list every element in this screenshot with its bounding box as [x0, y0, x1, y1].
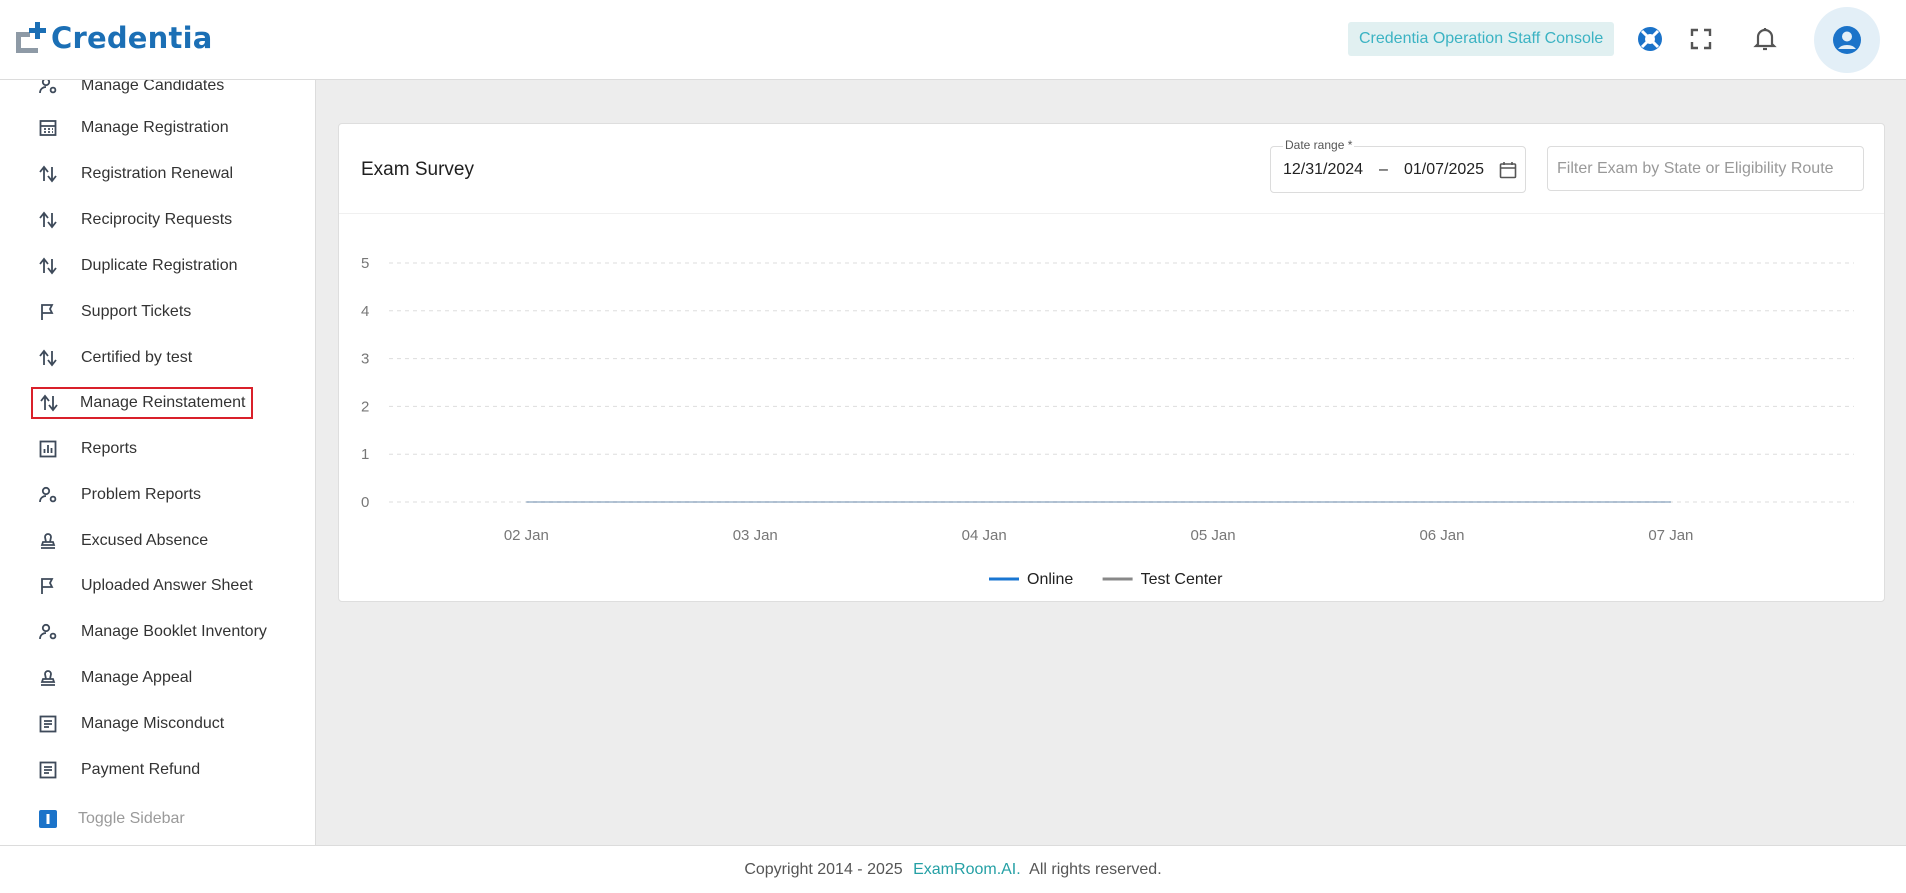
toggle-sidebar-button[interactable]: Toggle Sidebar	[32, 803, 185, 835]
sidebar-item-manage-appeal[interactable]: Manage Appeal	[32, 662, 192, 694]
calendar-icon[interactable]	[1499, 161, 1517, 184]
x-tick-label: 04 Jan	[962, 527, 1007, 544]
card-header: Exam Survey Date range * 12/31/2024 – 01…	[339, 124, 1884, 214]
account-icon	[1833, 26, 1861, 54]
sidebar-item-manage-candidates[interactable]: Manage Candidates	[32, 80, 224, 102]
stamp-icon	[32, 525, 64, 557]
y-tick-label: 4	[361, 303, 369, 320]
y-tick-label: 0	[361, 494, 369, 511]
y-tick-label: 1	[361, 446, 369, 463]
x-tick-label: 02 Jan	[504, 527, 549, 544]
filter-exam-input[interactable]	[1547, 146, 1864, 191]
y-tick-label: 3	[361, 351, 369, 368]
legend-label-1[interactable]: Test Center	[1141, 571, 1223, 588]
support-icon[interactable]	[1633, 22, 1667, 56]
bell-icon[interactable]	[1748, 22, 1782, 56]
x-tick-label: 05 Jan	[1191, 527, 1236, 544]
swap-arrows-icon	[32, 204, 64, 236]
sidebar-item-registration-renewal[interactable]: Registration Renewal	[32, 158, 233, 190]
user-gear-icon	[32, 80, 64, 102]
stamp-icon	[32, 662, 64, 694]
swap-arrows-icon	[32, 342, 64, 374]
date-range-separator: –	[1379, 161, 1388, 178]
document-icon	[32, 754, 64, 786]
top-header: Credentia Credentia Operation Staff Cons…	[0, 0, 1906, 80]
sidebar-item-excused-absence[interactable]: Excused Absence	[32, 525, 208, 557]
sidebar-toggle-icon	[32, 803, 64, 835]
sidebar-item-uploaded-answer-sheet[interactable]: Uploaded Answer Sheet	[32, 570, 253, 602]
sidebar-item-manage-booklet-inventory[interactable]: Manage Booklet Inventory	[32, 616, 267, 648]
footer: Copyright 2014 - 2025 ExamRoom.AI. All r…	[0, 845, 1906, 893]
sidebar-item-support-tickets[interactable]: Support Tickets	[32, 296, 191, 328]
card-title: Exam Survey	[361, 159, 474, 180]
sidebar-item-payment-refund[interactable]: Payment Refund	[32, 754, 200, 786]
sidebar-item-manage-misconduct[interactable]: Manage Misconduct	[32, 708, 224, 740]
x-tick-label: 07 Jan	[1648, 527, 1693, 544]
y-tick-label: 2	[361, 398, 369, 415]
document-icon	[32, 708, 64, 740]
date-range-end[interactable]: 01/07/2025	[1404, 161, 1484, 179]
flag-icon	[32, 570, 64, 602]
sidebar-item-manage-registration[interactable]: Manage Registration	[32, 112, 229, 144]
account-avatar[interactable]	[1814, 7, 1880, 73]
x-tick-label: 03 Jan	[733, 527, 778, 544]
exam-survey-chart: 0 1 2 3 4 5 02 Jan 03 Jan 04 Jan 05 Jan 06 Jan 07 …	[361, 255, 1854, 588]
sidebar-item-reports[interactable]: Reports	[32, 433, 137, 465]
sidebar-item-duplicate-registration[interactable]: Duplicate Registration	[32, 250, 238, 282]
user-gear-icon	[32, 479, 64, 511]
swap-arrows-icon	[32, 158, 64, 190]
brand-logo[interactable]: Credentia	[15, 20, 213, 56]
swap-arrows-icon	[33, 387, 65, 419]
y-tick-label: 5	[361, 255, 369, 272]
sidebar-item-problem-reports[interactable]: Problem Reports	[32, 479, 201, 511]
date-range-field[interactable]: Date range * 12/31/2024 – 01/07/2025	[1270, 138, 1526, 193]
sidebar-item-reciprocity-requests[interactable]: Reciprocity Requests	[32, 204, 232, 236]
fullscreen-icon[interactable]	[1684, 22, 1718, 56]
date-range-start[interactable]: 12/31/2024	[1283, 161, 1363, 179]
footer-rights: All rights reserved.	[1029, 861, 1162, 878]
footer-copyright: Copyright 2014 - 2025	[744, 861, 903, 878]
brand-name: Credentia	[51, 21, 213, 55]
sidebar-item-manage-reinstatement[interactable]: Manage Reinstatement	[31, 387, 254, 419]
credentia-logo-icon	[15, 20, 51, 56]
bar-chart-icon	[32, 433, 64, 465]
console-badge: Credentia Operation Staff Console	[1348, 22, 1615, 56]
footer-examroom-link[interactable]: ExamRoom.AI.	[913, 861, 1021, 878]
x-tick-label: 06 Jan	[1419, 527, 1464, 544]
legend-label-0[interactable]: Online	[1027, 571, 1073, 588]
sidebar: Manage Candidates Manage Registration Re…	[0, 80, 316, 845]
user-gear-icon	[32, 616, 64, 648]
exam-survey-card: Exam Survey Date range * 12/31/2024 – 01…	[338, 123, 1885, 602]
calendar-grid-icon	[32, 112, 64, 144]
swap-arrows-icon	[32, 250, 64, 282]
sidebar-item-certified-by-test[interactable]: Certified by test	[32, 342, 192, 374]
date-range-label: Date range *	[1283, 138, 1355, 152]
flag-icon	[32, 296, 64, 328]
